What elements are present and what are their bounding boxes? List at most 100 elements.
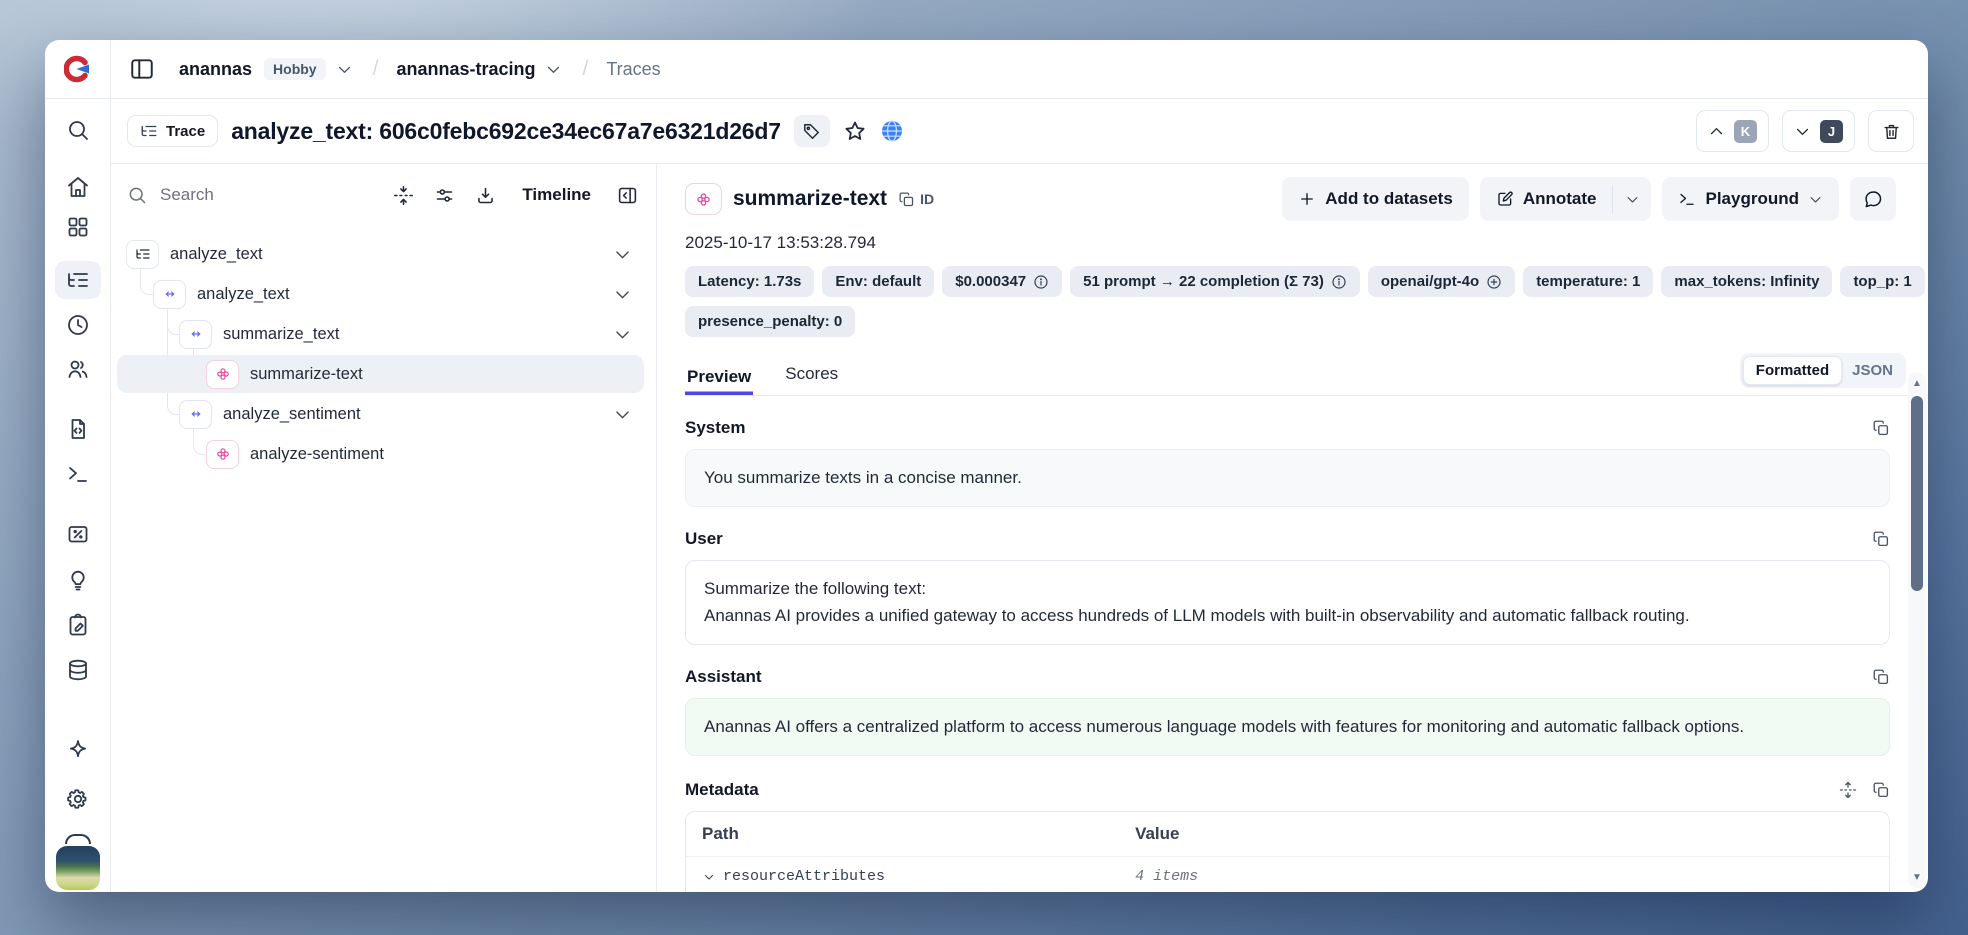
section-assistant: AssistantAnannas AI offers a centralized… [685, 667, 1890, 756]
logo-icon [64, 55, 92, 83]
trace-icon [126, 240, 159, 269]
plan-badge: Hobby [264, 58, 326, 80]
copy-icon[interactable] [1872, 419, 1890, 437]
observation-title: summarize-text [733, 187, 887, 211]
scroll-up-arrow[interactable]: ▲ [1908, 374, 1926, 392]
sidebar-item-evaluators-icon[interactable] [66, 522, 90, 546]
tree-node-analyze_text[interactable]: analyze_text [111, 274, 656, 314]
plus-icon [1298, 190, 1316, 208]
tree-node-analyze_text[interactable]: analyze_text [111, 234, 656, 274]
desktop-background: anannas Hobby / anannas-tracing / Traces [0, 0, 1968, 935]
chevron-down-icon[interactable] [613, 285, 632, 304]
user-avatar[interactable] [56, 846, 100, 890]
observation-detail-panel: summarize-text ID Add to datasets [657, 164, 1928, 892]
metadata-row: resourceAttributes4 items [686, 856, 1889, 892]
trace-type-badge[interactable]: Trace [127, 115, 218, 147]
generation-flower-icon [695, 191, 712, 208]
info-icon[interactable] [1033, 274, 1049, 290]
annotate-button[interactable]: Annotate [1480, 177, 1613, 221]
add-to-datasets-button[interactable]: Add to datasets [1282, 177, 1469, 221]
sidebar-item-prompts-icon[interactable] [66, 417, 90, 441]
next-trace-button[interactable]: J [1782, 110, 1855, 152]
sidebar-toggle-icon[interactable] [129, 56, 155, 82]
tag-button[interactable] [794, 115, 830, 147]
trace-tree-panel: Timeline analyze_textanalyze_textsummari… [111, 164, 657, 892]
scroll-down-arrow[interactable]: ▼ [1908, 868, 1926, 886]
metadata-path[interactable]: resourceAttributes [686, 857, 1119, 892]
chevron-down-icon [1625, 192, 1640, 207]
metadata-section: Metadata PathValueresourceAttributes4 it… [685, 780, 1928, 892]
expand-rows-icon[interactable] [1839, 781, 1857, 799]
breadcrumb-traces-link[interactable]: Traces [606, 59, 660, 80]
hidden-icon-edge [65, 834, 91, 844]
sidebar-item-datasets-icon[interactable] [66, 658, 90, 682]
sidebar-item-home-icon[interactable] [66, 175, 90, 199]
copy-icon[interactable] [1872, 781, 1890, 799]
sidebar-item-users-icon[interactable] [66, 357, 90, 381]
badge-label: top_p: 1 [1853, 273, 1911, 290]
chevron-down-icon[interactable] [613, 245, 632, 264]
caret-down-icon[interactable] [702, 870, 716, 884]
span-icon [153, 280, 186, 309]
generation-icon [206, 440, 239, 469]
tree-node-summarize_text[interactable]: summarize_text [111, 314, 656, 354]
sidebar-item-annotation-queues-icon[interactable] [66, 613, 90, 637]
badge-label: openai/gpt-4o [1381, 273, 1479, 290]
timeline-toggle[interactable]: Timeline [522, 185, 591, 205]
scrollbar-thumb[interactable] [1911, 396, 1923, 591]
collapse-panel-icon[interactable] [617, 185, 638, 206]
tree-node-analyze-sentiment[interactable]: analyze-sentiment [111, 434, 656, 474]
chevron-down-icon[interactable] [336, 61, 353, 78]
copy-icon[interactable] [1872, 668, 1890, 686]
chevron-up-icon [1708, 123, 1725, 140]
collapse-all-icon[interactable] [393, 185, 414, 206]
app-logo[interactable] [45, 40, 111, 98]
breadcrumb-separator: / [373, 57, 379, 81]
chevron-down-icon[interactable] [545, 61, 562, 78]
sidebar-item-playground-icon[interactable] [66, 462, 90, 486]
delete-trace-button[interactable] [1868, 110, 1914, 152]
star-bookmark-button[interactable] [843, 119, 867, 143]
copy-icon[interactable] [1872, 530, 1890, 548]
keyboard-shortcut-k: K [1734, 120, 1757, 143]
breadcrumb: anannas Hobby / anannas-tracing / Traces [111, 40, 1928, 98]
playground-button[interactable]: Playground [1662, 177, 1839, 221]
annotate-dropdown-button[interactable] [1613, 177, 1651, 221]
info-icon[interactable] [1331, 274, 1347, 290]
chevron-down-icon[interactable] [613, 325, 632, 344]
sidebar-item-sessions-icon[interactable] [66, 313, 90, 337]
public-globe-button[interactable] [880, 119, 904, 143]
trace-title: analyze_text: 606c0febc692ce34ec67a7e632… [231, 118, 781, 145]
chevron-down-icon[interactable] [613, 405, 632, 424]
sidebar-item-search-icon[interactable] [66, 118, 90, 142]
detail-scrollbar[interactable]: ▲ ▼ [1908, 372, 1926, 888]
sidebar-item-settings-icon[interactable] [66, 787, 90, 811]
sidebar-item-upgrade-icon[interactable] [66, 738, 90, 762]
metric-badge: $0.000347 [942, 266, 1062, 297]
search-input[interactable] [158, 184, 282, 206]
badge-label: 51 prompt → 22 completion (Σ 73) [1083, 273, 1324, 290]
tree-node-label: analyze-sentiment [250, 445, 384, 464]
list-tree-icon [140, 122, 158, 140]
tab-preview[interactable]: Preview [685, 363, 753, 395]
download-icon[interactable] [475, 185, 496, 206]
badge-label: $0.000347 [955, 273, 1026, 290]
plus-circle-icon[interactable] [1486, 274, 1502, 290]
generation-type-pill [685, 183, 722, 215]
project-name[interactable]: anannas-tracing [396, 59, 535, 80]
tree-node-analyze_sentiment[interactable]: analyze_sentiment [111, 394, 656, 434]
sidebar-item-suggestions-icon[interactable] [66, 568, 90, 592]
metadata-table: PathValueresourceAttributes4 itemsteleme… [685, 811, 1890, 892]
section-user: UserSummarize the following text:Anannas… [685, 529, 1890, 645]
format-option-json[interactable]: JSON [1842, 357, 1903, 384]
org-name[interactable]: anannas [179, 59, 252, 80]
comments-button[interactable] [1850, 177, 1896, 221]
sidebar-item-tracing-icon[interactable] [66, 268, 90, 292]
previous-trace-button[interactable]: K [1696, 110, 1769, 152]
copy-id-button[interactable]: ID [898, 191, 934, 208]
format-option-formatted[interactable]: Formatted [1743, 356, 1842, 385]
sidebar-item-dashboards-icon[interactable] [66, 215, 90, 239]
tree-node-summarize-text[interactable]: summarize-text [111, 354, 656, 394]
tab-scores[interactable]: Scores [783, 360, 840, 395]
filter-settings-icon[interactable] [434, 185, 455, 206]
